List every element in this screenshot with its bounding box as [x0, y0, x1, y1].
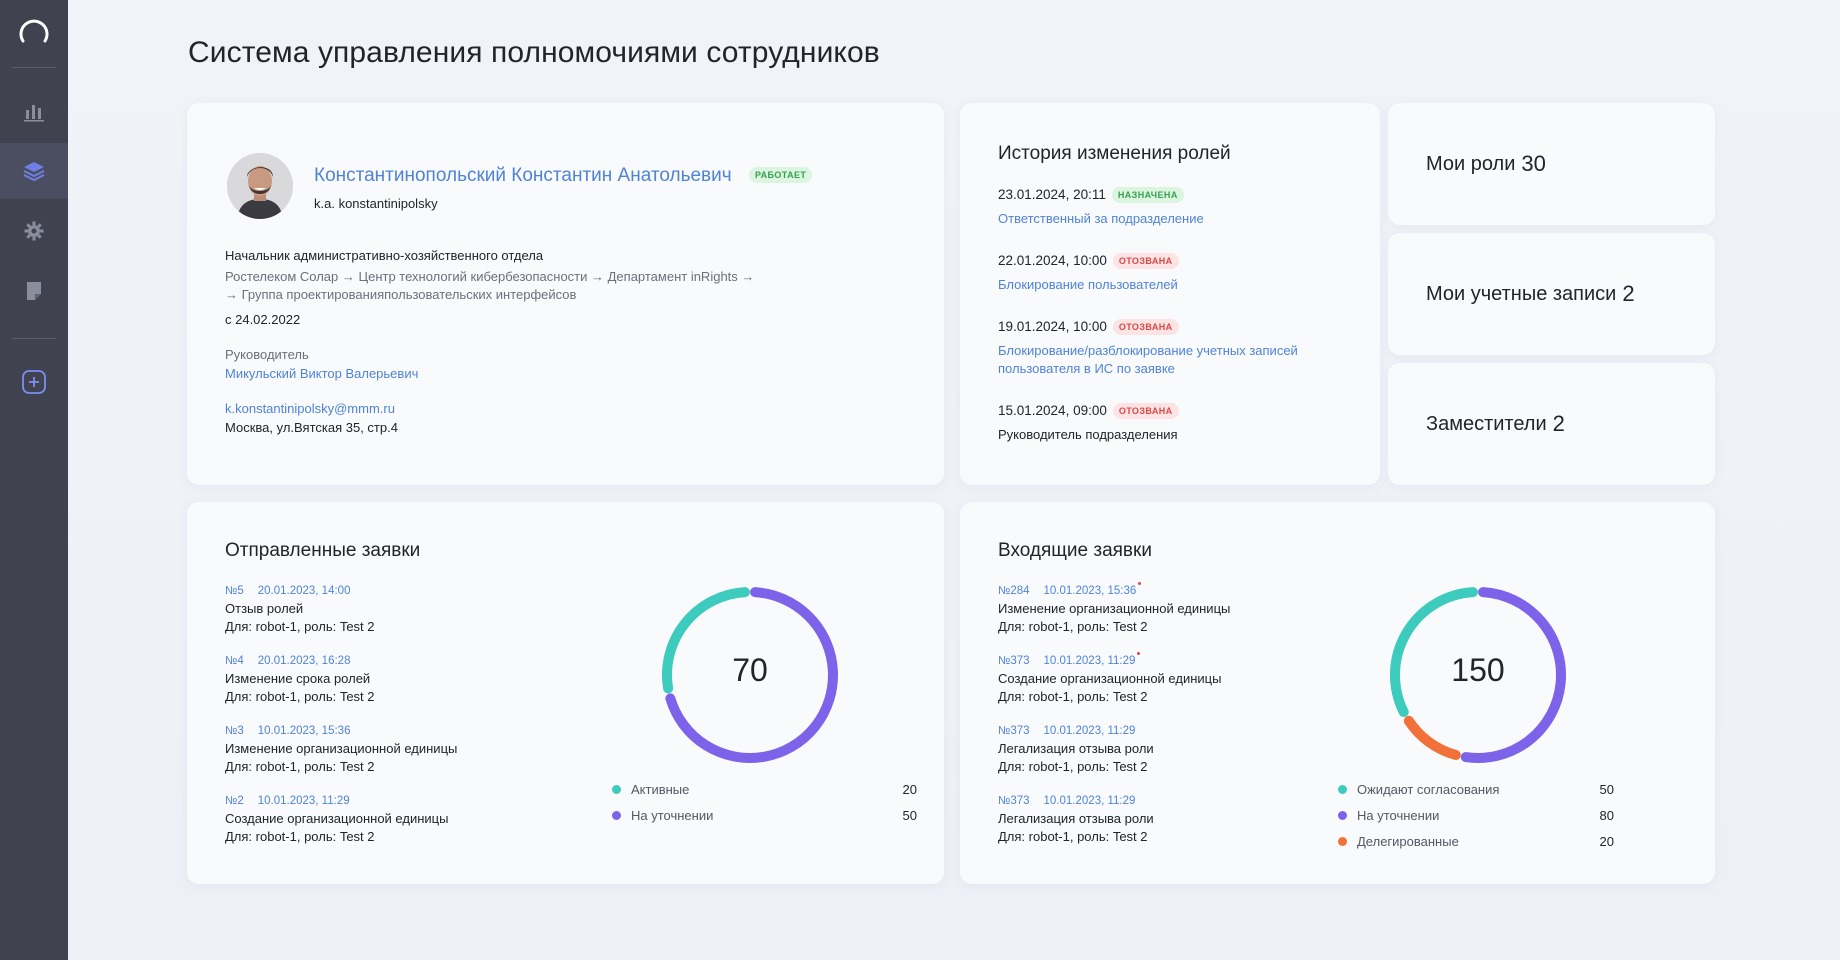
history-title: История изменения ролей	[998, 143, 1231, 164]
position-title: Начальник административно-хозяйственного…	[225, 248, 544, 263]
violet-dot-icon	[1338, 810, 1347, 820]
sidebar	[0, 0, 68, 960]
gear-icon	[24, 221, 44, 241]
legend-item-clarification: На уточнении 50	[612, 802, 917, 828]
role-history-card: История изменения ролей 23.01.2024, 20:1…	[960, 103, 1380, 485]
history-role-link[interactable]: Ответственный за подразделение	[998, 210, 1204, 228]
request-item[interactable]: №4 20.01.2023, 16:28 Изменение срока роле…	[225, 652, 375, 706]
unread-dot-icon	[1137, 652, 1141, 655]
employment-since: с 24.02.2022	[225, 312, 301, 327]
assigned-badge: НАЗНАЧЕНА	[1111, 187, 1184, 204]
my-accounts-count: 2	[1622, 281, 1635, 306]
request-item[interactable]: №5 20.01.2023, 14:00 Отзыв ролей Для: robo…	[225, 582, 375, 636]
logo-icon[interactable]	[16, 16, 52, 52]
profile-card: Константинопольский Константин Анатольев…	[187, 103, 944, 485]
request-item[interactable]: №373 10.01.2023, 11:29 Легализация отзыва…	[998, 722, 1154, 776]
history-role: Руководитель подразделения	[998, 427, 1178, 442]
sidebar-item-analytics[interactable]	[0, 83, 68, 139]
sidebar-item-roles[interactable]	[0, 143, 68, 199]
request-item[interactable]: №373 10.01.2023, 11:29 Легализация отзыва…	[998, 792, 1154, 846]
request-item[interactable]: №284 10.01.2023, 15:36 Изменение организа…	[998, 582, 1230, 636]
document-icon	[27, 282, 41, 300]
page-title: Система управления полномочиями сотрудни…	[188, 36, 880, 69]
incoming-title: Входящие заявки	[998, 540, 1152, 561]
sent-legend: Активные 20 На уточнении 50	[612, 776, 917, 828]
request-item[interactable]: №3 10.01.2023, 15:36 Изменение организаци…	[225, 722, 457, 776]
donut-segment-2	[1403, 715, 1461, 760]
unread-dot-icon	[1138, 582, 1142, 585]
revoked-badge: ОТОЗВАНА	[1112, 319, 1179, 336]
deputies-card[interactable]: Заместители 2	[1388, 363, 1715, 485]
violet-dot-icon	[612, 810, 621, 820]
sidebar-item-settings[interactable]	[0, 203, 68, 259]
revoked-badge: ОТОЗВАНА	[1112, 253, 1179, 270]
employee-name[interactable]: Константинопольский Константин Анатольев…	[314, 165, 732, 187]
avatar[interactable]	[227, 153, 293, 219]
legend-item-delegated: Делегированные 20	[1338, 828, 1614, 854]
status-badge: РАБОТАЕТ	[749, 167, 813, 183]
sidebar-divider	[12, 67, 56, 68]
bar-chart-icon	[24, 105, 44, 122]
my-roles-count: 30	[1521, 151, 1546, 176]
legend-item-pending: Ожидают согласования 50	[1338, 776, 1614, 802]
revoked-badge: ОТОЗВАНА	[1112, 403, 1179, 420]
incoming-legend: Ожидают согласования 50 На уточнении 80 Де…	[1338, 776, 1614, 854]
incoming-total: 150	[1451, 652, 1505, 688]
history-date: 22.01.2024, 10:00 ОТОЗВАНА	[998, 253, 1179, 270]
my-roles-card[interactable]: Мои роли 30	[1388, 103, 1715, 225]
address: Москва, ул.Вятская 35, стр.4	[225, 420, 398, 435]
teal-dot-icon	[612, 784, 621, 794]
history-date: 19.01.2024, 10:00 ОТОЗВАНА	[998, 319, 1179, 336]
history-date: 23.01.2024, 20:11 НАЗНАЧЕНА	[998, 187, 1184, 204]
teal-dot-icon	[1338, 784, 1347, 794]
email-link[interactable]: k.konstantinipolsky@mmm.ru	[225, 401, 395, 416]
layers-icon	[23, 162, 45, 182]
request-item[interactable]: №2 10.01.2023, 11:29 Создание организацио…	[225, 792, 448, 846]
sidebar-divider	[12, 338, 56, 339]
history-role-link[interactable]: Блокирование пользователей	[998, 276, 1178, 294]
sidebar-add-button[interactable]	[0, 354, 68, 410]
deputies-count: 2	[1552, 411, 1565, 436]
sent-title: Отправленные заявки	[225, 540, 421, 561]
request-item[interactable]: №373 10.01.2023, 11:29 Создание организац…	[998, 652, 1221, 706]
my-accounts-card[interactable]: Мои учетные записи 2	[1388, 233, 1715, 355]
legend-item-active: Активные 20	[612, 776, 917, 802]
legend-item-clarification: На уточнении 80	[1338, 802, 1614, 828]
orange-dot-icon	[1338, 836, 1347, 846]
incoming-requests-card: Входящие заявки №284 10.01.2023, 15:36 Из…	[960, 502, 1715, 884]
org-path-line-2: → Группа проектированияпользовательских …	[225, 287, 577, 302]
history-date: 15.01.2024, 09:00 ОТОЗВАНА	[998, 403, 1179, 420]
sent-requests-card: Отправленные заявки №5 20.01.2023, 14:00 …	[187, 502, 944, 884]
employee-login: k.a. konstantinipolsky	[314, 196, 438, 211]
history-role-link[interactable]: Блокирование/разблокирование учетных зап…	[998, 342, 1298, 378]
plus-icon	[22, 370, 46, 394]
sent-total: 70	[732, 652, 768, 688]
manager-link[interactable]: Микульский Виктор Валерьевич	[225, 366, 418, 381]
sidebar-item-documents[interactable]	[0, 263, 68, 319]
org-path-line-1: Ростелеком Солар → Центр технологий кибе…	[225, 269, 755, 284]
manager-label: Руководитель	[225, 347, 309, 362]
